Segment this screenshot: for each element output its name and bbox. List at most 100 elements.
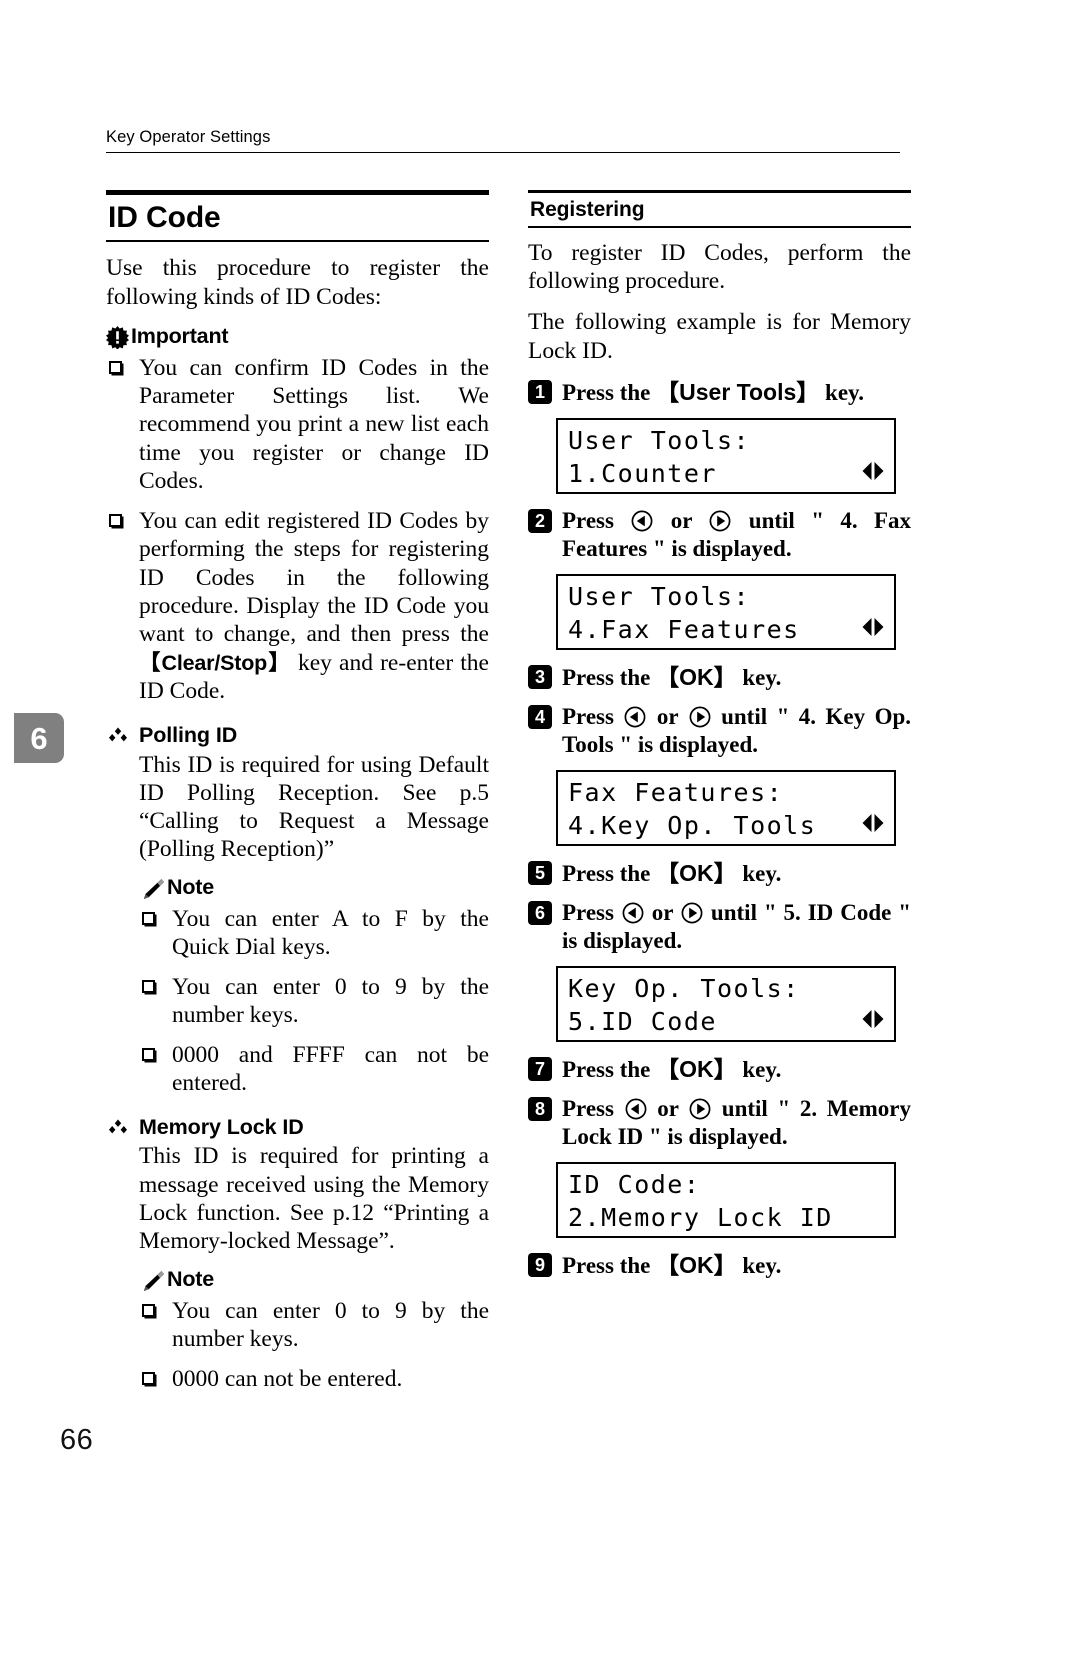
step-text-mid: or: [654, 507, 709, 533]
lcd-line-2: 4.Fax Features: [568, 614, 800, 644]
square-bullet-icon: [109, 513, 122, 527]
user-tools-key-name: 【User Tools】: [656, 378, 820, 405]
list-item: You can edit registered ID Codes by perf…: [106, 507, 489, 706]
memory-lock-id-heading: Memory Lock ID: [106, 1114, 489, 1141]
registering-title: Registering: [530, 198, 645, 221]
step-4: 4 Press or until " 4. Key Op. Tools " is …: [528, 703, 911, 759]
lcd-line-1: User Tools:: [568, 581, 751, 611]
running-header: Key Operator Settings: [106, 128, 900, 153]
step-text-before: Press the: [562, 664, 657, 690]
list-item-text: You can confirm ID Codes in the Paramete…: [139, 354, 489, 495]
chapter-marker: 6: [14, 713, 64, 763]
left-right-arrows-icon: [861, 460, 885, 482]
step-number: 8: [528, 1097, 552, 1122]
step-text-before: Press: [562, 900, 621, 926]
diamond-bullet-icon: [108, 725, 128, 745]
step-text-before: Press the: [562, 379, 657, 405]
right-column: Registering To register ID Codes, perfor…: [528, 190, 911, 1291]
registering-intro-2: The following example is for Memory Lock…: [528, 309, 911, 364]
right-arrow-button-icon: [709, 510, 731, 532]
polling-id-note-block: Note You can enter A to F by the Quick D…: [106, 875, 489, 1097]
left-arrow-button-icon: [631, 510, 653, 532]
registering-intro-1: To register ID Codes, perform the follow…: [528, 240, 911, 295]
lcd-line-1: Fax Features:: [568, 778, 784, 808]
step-1: 1 Press the 【User Tools】 key.: [528, 378, 911, 407]
step-7: 7 Press the 【OK】 key.: [528, 1055, 911, 1084]
polling-id-note-list: You can enter A to F by the Quick Dial k…: [139, 905, 489, 1098]
square-bullet-icon: [142, 979, 155, 993]
square-bullet-icon: [109, 360, 122, 374]
running-header-text: Key Operator Settings: [106, 128, 271, 146]
section-polling-id: Polling ID This ID is required for using…: [106, 722, 489, 1098]
step-number: 4: [528, 705, 552, 730]
polling-id-body: This ID is required for using Default ID…: [139, 751, 489, 863]
lcd-line-2: 4.Key Op. Tools: [568, 811, 817, 841]
left-arrow-button-icon: [624, 706, 646, 728]
lcd-line-2: 1.Counter: [568, 458, 717, 488]
lcd-line-1: Key Op. Tools:: [568, 974, 800, 1004]
page-number: 66: [60, 1424, 94, 1456]
step-8: 8 Press or until " 2. Memory Lock ID " is…: [528, 1095, 911, 1151]
step-text-before: Press the: [562, 1057, 657, 1083]
lcd-panel-step-8: ID Code: 2.Memory Lock ID: [556, 1162, 896, 1239]
ok-key-name: 【OK】: [656, 860, 737, 887]
polling-id-heading: Polling ID: [106, 722, 489, 749]
lcd-panel-step-1: User Tools: 1.Counter: [556, 417, 896, 494]
square-bullet-icon: [142, 1047, 155, 1061]
important-label-row: Important: [106, 324, 489, 350]
step-text-after: key.: [736, 1057, 782, 1083]
square-bullet-icon: [142, 912, 155, 926]
left-column: ID Code Use this procedure to register t…: [106, 190, 489, 1405]
section-memory-lock-id: Memory Lock ID This ID is required for p…: [106, 1114, 489, 1394]
list-item: You can confirm ID Codes in the Paramete…: [106, 354, 489, 496]
heading-rule-bottom: [528, 226, 911, 229]
note-label-row: Note: [139, 1267, 489, 1293]
lcd-panel-step-4: Fax Features: 4.Key Op. Tools: [556, 770, 896, 847]
step-text-after: key.: [736, 1253, 782, 1279]
list-item-text: 0000 and FFFF can not be entered.: [172, 1041, 489, 1097]
list-item-text: You can enter 0 to 9 by the number keys.: [172, 1298, 489, 1353]
list-item: You can enter 0 to 9 by the number keys.: [139, 973, 489, 1030]
step-text-after: key.: [736, 861, 782, 887]
lcd-line-2: 5.ID Code: [568, 1007, 717, 1037]
important-list: You can confirm ID Codes in the Paramete…: [106, 354, 489, 706]
step-text-before: Press: [562, 1096, 624, 1122]
important-label: Important: [131, 323, 229, 348]
step-text-before: Press the: [562, 861, 657, 887]
list-item-text: You can enter 0 to 9 by the number keys.: [172, 973, 489, 1029]
step-number: 5: [528, 861, 552, 886]
diamond-bullet-icon: [108, 1117, 128, 1137]
clear-stop-key-name: 【Clear/Stop】: [139, 650, 291, 675]
step-text-before: Press: [562, 507, 631, 533]
left-right-arrows-icon: [861, 1008, 885, 1030]
lcd-line-1: ID Code:: [568, 1170, 701, 1200]
memory-lock-id-body: This ID is required for printing a messa…: [139, 1143, 489, 1255]
step-number: 7: [528, 1057, 552, 1082]
memory-lock-id-note-list: You can enter 0 to 9 by the number keys.…: [139, 1297, 489, 1393]
section-heading-registering: Registering: [528, 190, 911, 229]
important-starburst-icon: [106, 325, 129, 350]
step-2: 2 Press or until " 4. Fax Features " is d…: [528, 507, 911, 563]
list-item: 0000 can not be entered.: [139, 1365, 489, 1393]
note-label: Note: [167, 1267, 214, 1292]
left-right-arrows-icon: [861, 616, 885, 638]
note-pencil-icon: [139, 1270, 165, 1292]
step-text-before: Press: [562, 704, 624, 730]
list-item-text: You can edit registered ID Codes by perf…: [139, 507, 489, 648]
ok-key-name: 【OK】: [656, 663, 737, 690]
square-bullet-icon: [142, 1304, 155, 1317]
list-item-text: 0000 can not be entered.: [172, 1365, 403, 1392]
left-right-arrows-icon: [861, 812, 885, 834]
page-canvas: Key Operator Settings 6 66 ID Code Use t…: [0, 0, 1080, 1669]
right-arrow-button-icon: [689, 706, 711, 728]
step-text-mid: or: [644, 900, 681, 926]
memory-lock-id-note-block: Note You can enter 0 to 9 by the number …: [106, 1267, 489, 1393]
section-heading-id-code: ID Code: [106, 190, 489, 243]
lcd-line-1: User Tools:: [568, 425, 751, 455]
step-text-mid: or: [647, 1096, 689, 1122]
step-number: 3: [528, 664, 552, 689]
note-label-row: Note: [139, 875, 489, 901]
square-bullet-icon: [142, 1371, 155, 1385]
memory-lock-id-heading-text: Memory Lock ID: [139, 1114, 304, 1139]
right-arrow-button-icon: [689, 1098, 711, 1120]
